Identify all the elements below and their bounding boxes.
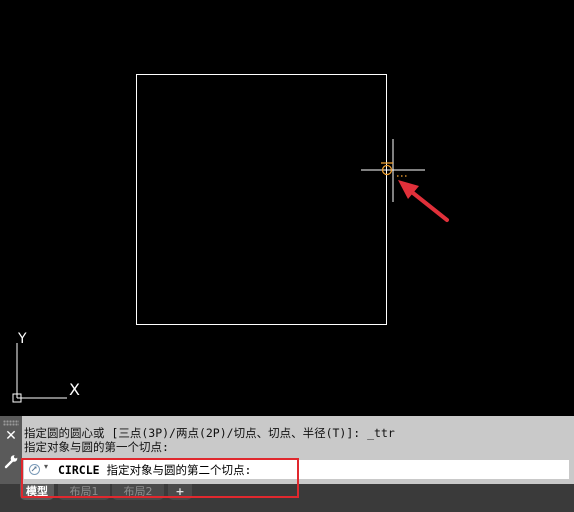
close-icon[interactable]: ✕ xyxy=(4,429,18,443)
command-name: CIRCLE xyxy=(58,463,100,477)
tab-model[interactable]: 模型 xyxy=(20,484,54,500)
command-history: 指定圆的圆心或 [三点(3P)/两点(2P)/切点、切点、半径(T)]: _tt… xyxy=(24,426,569,454)
ucs-icon: Y X xyxy=(12,331,80,403)
command-window-gutter: ✕ xyxy=(0,416,22,484)
add-layout-button[interactable]: + xyxy=(168,484,192,500)
command-input[interactable]: ▾ CIRCLE 指定对象与圆的第二个切点: xyxy=(24,460,569,479)
history-line: 指定对象与圆的第一个切点: xyxy=(24,440,169,454)
chevron-down-icon[interactable]: ▾ xyxy=(44,462,48,471)
command-icon[interactable] xyxy=(28,463,41,476)
command-window: ✕ 指定圆的圆心或 [三点(3P)/两点(2P)/切点、切点、半径(T)]: _… xyxy=(0,416,574,512)
drawing-viewport[interactable]: Y X xyxy=(0,0,574,416)
tab-layout1[interactable]: 布局1 xyxy=(58,484,110,500)
drawing-canvas[interactable]: Y X xyxy=(0,0,574,416)
drag-grip-icon[interactable] xyxy=(3,420,19,426)
command-prompt-text: 指定对象与圆的第二个切点: xyxy=(99,463,252,477)
ucs-x-label: X xyxy=(69,380,80,399)
history-line: 指定圆的圆心或 [三点(3P)/两点(2P)/切点、切点、半径(T)]: _tt… xyxy=(24,426,395,440)
tab-layout2[interactable]: 布局2 xyxy=(112,484,164,500)
layout-tab-bar: 模型 布局1 布局2 + xyxy=(0,484,574,512)
drawn-square[interactable] xyxy=(136,74,387,325)
command-prompt: CIRCLE 指定对象与圆的第二个切点: xyxy=(58,462,251,478)
wrench-icon[interactable] xyxy=(3,453,19,469)
red-arrow-annotation xyxy=(398,180,449,222)
ucs-y-label: Y xyxy=(17,331,27,347)
